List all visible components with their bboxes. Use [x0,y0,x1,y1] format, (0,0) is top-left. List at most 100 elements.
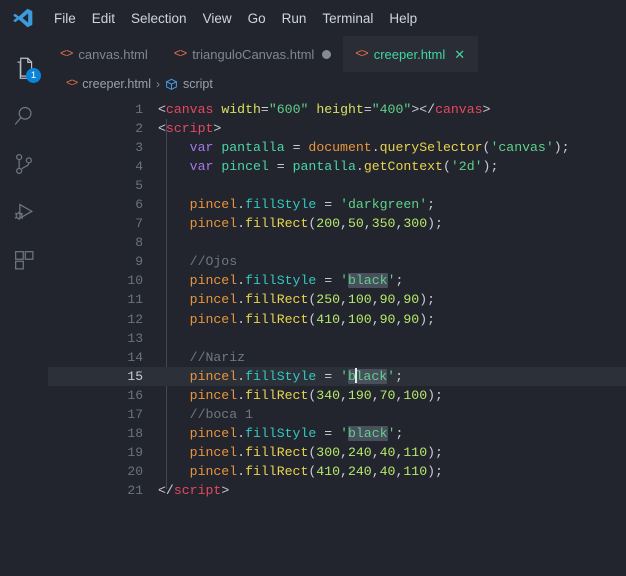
workbench-body: 1 <> canvas.html <> trianguloCanvas.html… [0,36,626,576]
code-line[interactable]: 20 pincel.fillRect(410,240,40,110); [48,462,626,481]
token-tag: script [173,482,222,498]
tab-canvas-html[interactable]: <> canvas.html [48,36,162,72]
token-punc: ( [442,159,451,175]
token-obj: pincel [189,463,238,479]
token-fn: fillRect [245,444,309,460]
token-num: 70 [379,387,396,403]
line-content: var pantalla = document.querySelector('c… [158,138,626,157]
token-punc: ); [427,444,443,460]
code-line[interactable]: 10 pincel.fillStyle = 'black'; [48,271,626,290]
code-line[interactable]: 19 pincel.fillRect(300,240,40,110); [48,443,626,462]
menu-item-selection[interactable]: Selection [123,8,195,29]
token-op: = [324,273,333,289]
line-number: 11 [127,292,143,308]
code-editor[interactable]: 1 <canvas width="600" height="400"></canv… [48,96,626,576]
token-num: 50 [347,216,364,232]
token-prop: fillStyle [245,425,317,441]
token-punc: . [237,216,246,232]
code-line[interactable]: 15 pincel.fillStyle = 'black'; [48,366,626,386]
menu-item-run[interactable]: Run [274,8,315,29]
code-line[interactable]: 16 pincel.fillRect(340,190,70,100); [48,386,626,405]
line-number: 14 [127,349,143,365]
sidebar-item-source-control[interactable] [0,140,48,188]
editor-group: <> canvas.html <> trianguloCanvas.html <… [48,36,626,576]
line-content: pincel.fillRect(410,240,40,110); [158,462,626,481]
unsaved-indicator-icon[interactable] [322,49,332,59]
code-line[interactable]: 21 </script> [48,481,626,500]
token-obj: pincel [189,197,238,213]
token-kw: var [189,140,214,156]
code-line[interactable]: 12 pincel.fillRect(410,100,90,90); [48,310,626,329]
token-num: 100 [403,387,428,403]
line-content: pincel.fillRect(340,190,70,100); [158,386,626,405]
breadcrumb-symbol[interactable]: script [183,77,213,91]
line-number: 12 [127,311,143,327]
token-obj: document [308,140,372,156]
code-line[interactable]: 17 //boca 1 [48,405,626,424]
tab-label: trianguloCanvas.html [192,46,315,62]
token-num: 340 [316,387,341,403]
menu-item-help[interactable]: Help [381,8,425,29]
line-content: pincel.fillRect(250,100,90,90); [158,290,626,309]
sidebar-item-explorer[interactable]: 1 [0,44,48,92]
code-line[interactable]: 11 pincel.fillRect(250,100,90,90); [48,290,626,309]
code-line[interactable]: 2 <script> [48,119,626,138]
sidebar-item-run-and-debug[interactable] [0,188,48,236]
html-icon: <> [66,78,78,90]
token-punc: . [355,159,364,175]
menu-item-go[interactable]: Go [240,8,274,29]
line-content: <script> [158,119,626,138]
breadcrumb-file[interactable]: creeper.html [82,77,151,91]
token-prop: fillStyle [245,368,317,384]
code-line[interactable]: 9 //Ojos [48,252,626,271]
code-line[interactable]: 7 pincel.fillRect(200,50,350,300); [48,214,626,233]
token-cmt: //boca 1 [189,406,253,422]
tab-label: canvas.html [78,46,148,62]
code-line[interactable]: 3 var pantalla = document.querySelector(… [48,138,626,157]
line-number: 8 [135,235,143,251]
menu-bar: File Edit Selection View Go Run Terminal… [0,0,626,36]
code-lines[interactable]: 1 <canvas width="600" height="400"></canv… [48,100,626,576]
token-fn: querySelector [379,140,483,156]
token-str: ' [340,425,348,441]
token-num: 200 [316,216,341,232]
line-content: pincel.fillStyle = 'black'; [158,271,626,290]
line-content: </script> [158,481,626,500]
menu-item-file[interactable]: File [46,8,84,29]
tab-trianguloCanvas-html[interactable]: <> trianguloCanvas.html [161,36,344,72]
code-line[interactable]: 1 <canvas width="600" height="400"></canv… [48,100,626,119]
token-var: pantalla [292,159,356,175]
code-line[interactable]: 13 [48,329,626,348]
sidebar-item-extensions[interactable] [0,236,48,284]
code-line[interactable]: 6 pincel.fillStyle = 'darkgreen'; [48,195,626,214]
token-num: 40 [379,444,396,460]
token-punc: , [340,387,348,403]
line-number: 15 [127,368,143,384]
menu-item-view[interactable]: View [195,8,240,29]
token-tag: canvas [435,102,483,117]
token-num: 410 [316,311,341,327]
symbol-namespace-icon [165,78,178,91]
code-line[interactable]: 8 [48,233,626,252]
token-punc: ; [427,197,436,213]
tab-creeper-html[interactable]: <> creeper.html ✕ [343,36,479,72]
token-num: 90 [403,311,420,327]
sidebar-item-search[interactable] [0,92,48,140]
token-attr: width [221,102,261,117]
token-num: 300 [316,444,341,460]
menu-item-terminal[interactable]: Terminal [314,8,381,29]
close-icon[interactable]: ✕ [453,48,466,61]
code-line[interactable]: 18 pincel.fillStyle = 'black'; [48,424,626,443]
token-punc: < [158,102,166,117]
token-obj: pincel [189,387,238,403]
code-line[interactable]: 4 var pincel = pantalla.getContext('2d')… [48,157,626,176]
code-line[interactable]: 14 //Nariz [48,348,626,367]
token-str: "600" [268,102,309,117]
code-line[interactable]: 5 [48,176,626,195]
explorer-badge: 1 [26,68,41,83]
menu-item-edit[interactable]: Edit [84,8,123,29]
